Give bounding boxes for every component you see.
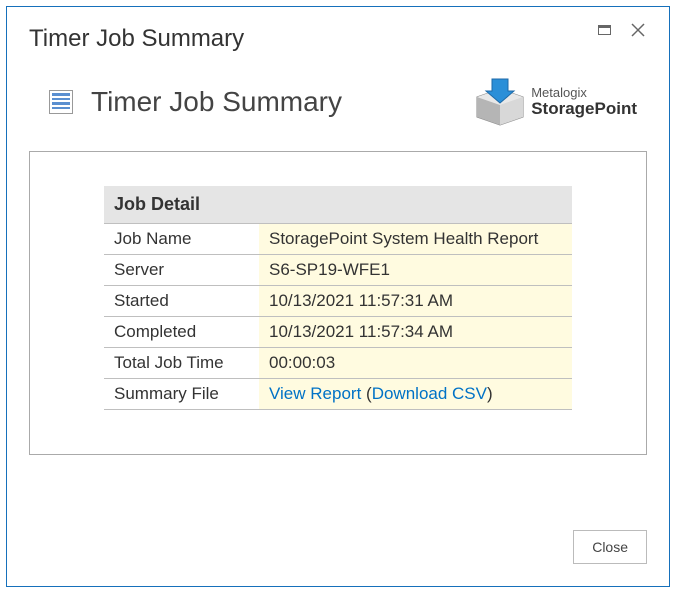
view-report-link[interactable]: View Report [269,384,361,403]
job-detail-table: Job Detail Job Name StoragePoint System … [104,186,572,410]
label-total-time: Total Job Time [104,348,259,379]
value-completed: 10/13/2021 11:57:34 AM [259,317,572,348]
brand-logo: Metalogix StoragePoint [475,77,637,127]
label-job-name: Job Name [104,224,259,255]
brand-text: Metalogix StoragePoint [531,86,637,117]
maximize-icon[interactable] [598,25,611,35]
table-row: Completed 10/13/2021 11:57:34 AM [104,317,572,348]
table-row: Started 10/13/2021 11:57:31 AM [104,286,572,317]
close-icon[interactable] [629,21,647,39]
table-row: Total Job Time 00:00:03 [104,348,572,379]
brand-line1: Metalogix [531,86,637,100]
header-left: Timer Job Summary [49,86,342,118]
table-row: Summary File View Report (Download CSV) [104,379,572,410]
dialog-window: Timer Job Summary Timer Job Summary [6,6,670,587]
value-job-name: StoragePoint System Health Report [259,224,572,255]
footer: Close [573,530,647,564]
storagepoint-box-icon [475,77,525,127]
value-summary-file: View Report (Download CSV) [259,379,572,410]
label-summary-file: Summary File [104,379,259,410]
value-started: 10/13/2021 11:57:31 AM [259,286,572,317]
table-row: Job Name StoragePoint System Health Repo… [104,224,572,255]
download-csv-link[interactable]: Download CSV [372,384,487,403]
table-header-row: Job Detail [104,186,572,224]
content-panel: Job Detail Job Name StoragePoint System … [29,151,647,455]
section-title: Job Detail [104,186,572,224]
table-row: Server S6-SP19-WFE1 [104,255,572,286]
document-icon [49,90,73,114]
value-total-time: 00:00:03 [259,348,572,379]
brand-line2: StoragePoint [531,100,637,118]
titlebar: Timer Job Summary [29,25,647,53]
header: Timer Job Summary Metalogix StoragePoint [49,77,637,127]
label-server: Server [104,255,259,286]
label-completed: Completed [104,317,259,348]
label-started: Started [104,286,259,317]
window-title: Timer Job Summary [29,25,244,53]
value-server: S6-SP19-WFE1 [259,255,572,286]
window-controls [598,21,647,39]
page-title: Timer Job Summary [91,86,342,118]
close-button[interactable]: Close [573,530,647,564]
paren-close: ) [487,384,493,403]
